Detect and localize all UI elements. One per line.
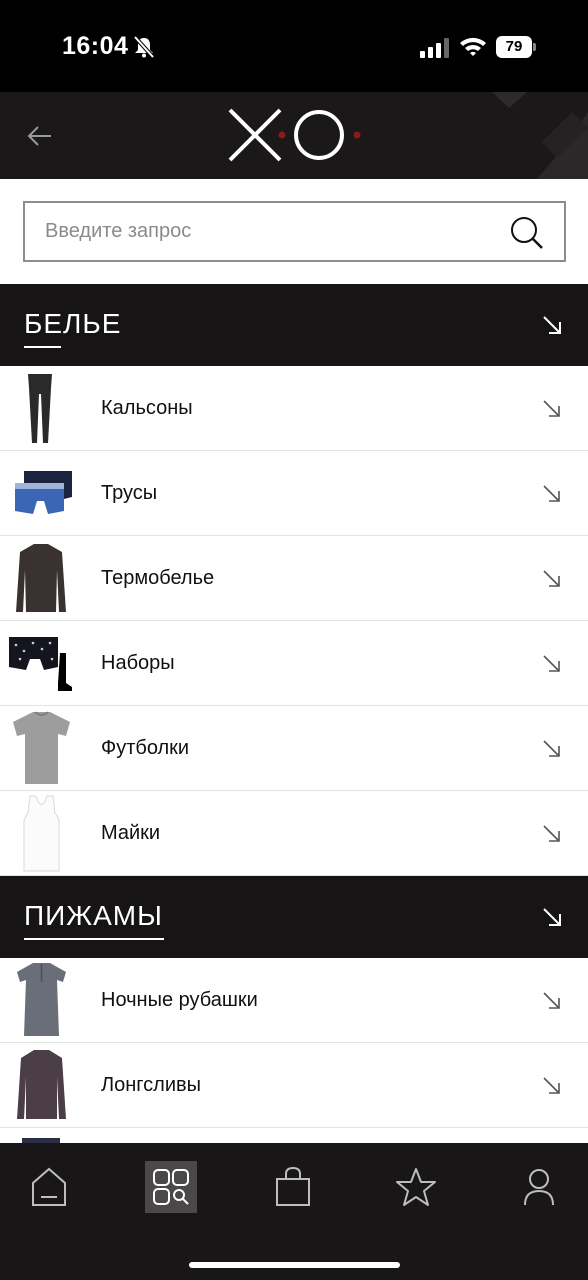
wifi-icon bbox=[460, 37, 486, 56]
status-time: 16:04 bbox=[62, 32, 129, 60]
home-indicator bbox=[189, 1262, 400, 1268]
status-bar: 16:04 79 bbox=[0, 0, 588, 92]
list-item-label: Футболки bbox=[101, 737, 190, 759]
list-item[interactable]: Футболки bbox=[0, 706, 588, 791]
long-johns-thumbnail bbox=[28, 374, 52, 443]
star-icon[interactable] bbox=[390, 1161, 442, 1213]
arrow-down-right-icon bbox=[543, 570, 560, 587]
list-item[interactable]: Наборы bbox=[0, 621, 588, 706]
list-item[interactable]: Майки bbox=[0, 791, 588, 876]
search-icon[interactable] bbox=[509, 215, 545, 251]
t-shirt-thumbnail bbox=[13, 711, 70, 784]
section-header-pajamas[interactable]: ПИЖАМЫ bbox=[0, 876, 588, 958]
header-decoration bbox=[492, 92, 588, 179]
battery-tip bbox=[533, 43, 536, 51]
arrow-down-right-icon bbox=[543, 485, 560, 502]
arrow-down-right-icon bbox=[543, 1077, 560, 1094]
longsleeve-thumbnail bbox=[17, 1050, 66, 1119]
list-item[interactable]: Трусы bbox=[0, 451, 588, 536]
battery-level: 79 bbox=[496, 36, 532, 58]
arrow-down-right-icon bbox=[543, 740, 560, 757]
arrow-down-right-icon bbox=[543, 825, 560, 842]
back-arrow-icon[interactable] bbox=[26, 122, 54, 150]
catalog-search-icon bbox=[153, 1169, 189, 1205]
section-header-underwear[interactable]: БЕЛЬЕ bbox=[0, 284, 588, 366]
shopping-bag-icon[interactable] bbox=[267, 1161, 319, 1213]
list-item[interactable]: Ночные рубашки bbox=[0, 958, 588, 1043]
home-icon[interactable] bbox=[23, 1161, 75, 1213]
list-item-label: Наборы bbox=[101, 652, 175, 674]
list-item[interactable]: Лонгсливы bbox=[0, 1043, 588, 1128]
list-item[interactable]: Кальсоны bbox=[0, 366, 588, 451]
list-item-label: Ночные рубашки bbox=[101, 989, 258, 1011]
cellular-signal-icon bbox=[420, 38, 449, 58]
search-input[interactable] bbox=[45, 203, 505, 260]
boxer-briefs-thumbnail bbox=[15, 471, 72, 514]
bell-muted-icon bbox=[133, 36, 155, 58]
section-underline bbox=[24, 346, 61, 348]
arrow-down-right-icon bbox=[543, 992, 560, 1009]
search-box[interactable] bbox=[23, 201, 566, 262]
list-item[interactable]: Термобелье bbox=[0, 536, 588, 621]
arrow-down-right-icon bbox=[543, 400, 560, 417]
arrow-down-right-icon bbox=[543, 655, 560, 672]
app-header bbox=[0, 92, 588, 179]
arrow-down-right-icon bbox=[543, 316, 561, 334]
nightshirt-thumbnail bbox=[17, 963, 66, 1036]
tank-top-thumbnail bbox=[23, 795, 60, 872]
battery-indicator: 79 bbox=[496, 36, 536, 58]
list-item-label: Кальсоны bbox=[101, 397, 193, 419]
section-title: ПИЖАМЫ bbox=[24, 900, 163, 931]
list-item-label: Термобелье bbox=[101, 567, 215, 589]
list-item-label: Трусы bbox=[101, 482, 158, 504]
thermal-top-thumbnail bbox=[16, 544, 66, 612]
section-title: БЕЛЬЕ bbox=[24, 308, 122, 339]
user-icon[interactable] bbox=[513, 1161, 565, 1213]
bottom-navigation bbox=[0, 1143, 588, 1280]
list-item-label: Лонгсливы bbox=[101, 1074, 201, 1096]
list-item-label: Майки bbox=[101, 822, 161, 844]
catalog-tab[interactable] bbox=[145, 1161, 197, 1213]
arrow-down-right-icon bbox=[543, 908, 561, 926]
xo-logo bbox=[228, 108, 361, 162]
section-underline bbox=[24, 938, 164, 940]
list-item-partial bbox=[0, 1128, 588, 1143]
gift-set-thumbnail bbox=[9, 637, 72, 691]
